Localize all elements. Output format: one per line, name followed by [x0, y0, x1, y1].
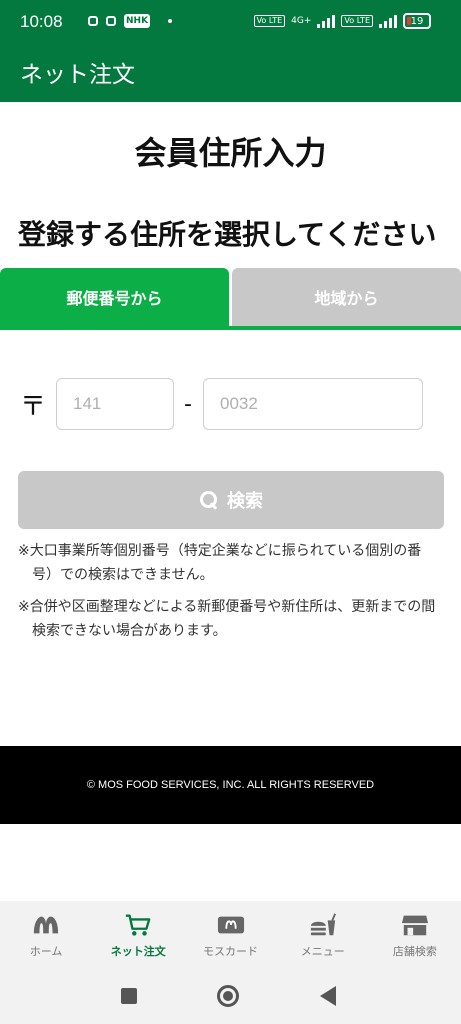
search-button[interactable]: 検索	[18, 471, 444, 529]
store-icon	[401, 913, 429, 937]
search-icon	[199, 490, 219, 510]
mos-logo-icon	[32, 913, 60, 937]
status-time: 10:08	[20, 12, 63, 31]
nav-net-order-label: ネット注文	[110, 945, 166, 958]
copyright-text: © MOS FOOD SERVICES, INC. ALL RIGHTS RES…	[86, 779, 375, 791]
cart-icon	[124, 913, 152, 937]
top-bar: 10:08 NHK Vo LTE 4G+ Vo LTE 19 ネット注文	[0, 0, 461, 102]
status-indicators: Vo LTE 4G+ Vo LTE 19	[253, 13, 431, 29]
battery-icon: 19	[403, 13, 431, 29]
page-title: 会員住所入力	[134, 134, 327, 172]
network-type: 4G+	[291, 16, 312, 26]
page: 10:08 NHK Vo LTE 4G+ Vo LTE 19 ネット注文 会員住…	[0, 0, 461, 1024]
postal-separator: -	[184, 392, 192, 417]
nav-mos-card[interactable]: モスカード	[184, 901, 276, 968]
tab-postal-code[interactable]: 郵便番号から	[0, 268, 229, 326]
nav-menu[interactable]: メニュー	[277, 901, 369, 968]
home-circle-icon[interactable]	[217, 985, 239, 1007]
address-method-tabs: 郵便番号から 地域から	[0, 268, 461, 330]
nav-home-label: ホーム	[29, 945, 63, 958]
note-corporate-code: ※大口事業所等個別番号（特定企業などに振られている個別の番号）での検索はできませ…	[18, 543, 422, 583]
app-bar-title: ネット注文	[20, 62, 135, 88]
notification-icon	[88, 16, 98, 26]
status-notifications: NHK	[88, 14, 173, 28]
signal-icon-2	[379, 14, 397, 28]
nav-store-search[interactable]: 店舗検索	[369, 901, 461, 968]
more-notifications-icon	[168, 19, 173, 23]
volte-icon-2: Vo LTE	[341, 15, 373, 27]
signal-icon	[317, 14, 336, 28]
nav-store-search-label: 店舗検索	[392, 945, 437, 958]
recent-apps-icon[interactable]	[121, 988, 137, 1004]
status-bar: 10:08 NHK Vo LTE 4G+ Vo LTE 19	[0, 0, 461, 46]
nav-home[interactable]: ホーム	[0, 901, 92, 968]
card-icon	[217, 913, 245, 937]
tab-region[interactable]: 地域から	[232, 268, 461, 326]
volte-icon: Vo LTE	[253, 15, 286, 27]
back-triangle-icon[interactable]	[320, 986, 336, 1006]
bottom-navigation: ホーム ネット注文 モスカード メニュー 店舗検索	[0, 901, 461, 968]
nhk-icon: NHK	[124, 14, 151, 28]
postal-code-second-input[interactable]	[203, 378, 423, 430]
page-subtitle: 登録する住所を選択してください	[18, 218, 437, 251]
nav-net-order[interactable]: ネット注文	[92, 901, 184, 968]
battery-level: 19	[410, 15, 424, 27]
footer: © MOS FOOD SERVICES, INC. ALL RIGHTS RES…	[0, 746, 461, 824]
nav-mos-card-label: モスカード	[203, 945, 258, 958]
system-navigation-bar	[0, 968, 461, 1024]
burger-drink-icon	[309, 913, 337, 937]
screenshot-icon	[106, 16, 116, 26]
postal-mark-icon: 〒	[20, 392, 47, 422]
nav-menu-label: メニュー	[300, 945, 345, 958]
note-new-address: ※合併や区画整理などによる新郵便番号や新住所は、更新までの間検索できない場合があ…	[18, 599, 436, 639]
postal-code-first-input[interactable]	[56, 378, 174, 430]
search-button-label: 検索	[227, 491, 263, 511]
